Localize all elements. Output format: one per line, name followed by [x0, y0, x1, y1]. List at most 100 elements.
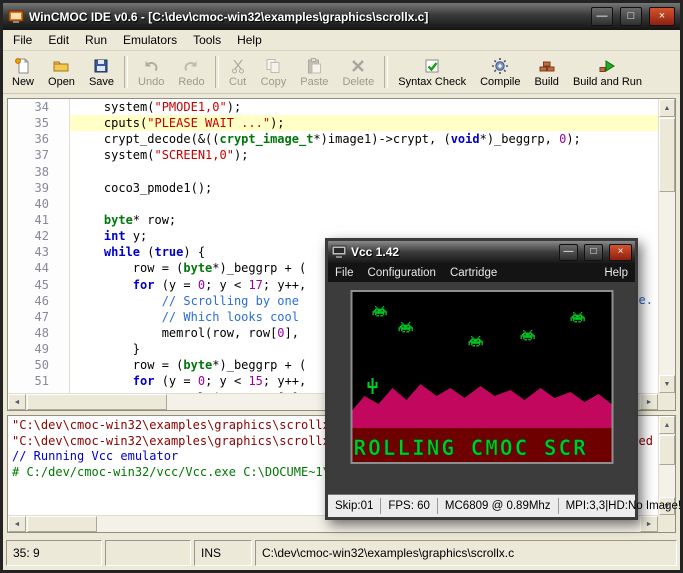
vcc-status-cell-2: MC6809 @ 0.89Mhz: [438, 498, 559, 514]
paste-button[interactable]: Paste: [293, 54, 335, 91]
menu-item-file[interactable]: File: [5, 31, 40, 49]
syntax-check-icon: [425, 59, 439, 72]
cursor-position-cell: 35: 9: [6, 540, 102, 566]
vcc-minimize-button[interactable]: —: [559, 243, 578, 261]
vcc-maximize-button[interactable]: □: [584, 243, 603, 261]
line-number: 47: [8, 308, 70, 325]
menu-item-run[interactable]: Run: [77, 31, 115, 49]
scroll-down-icon[interactable]: ▼: [659, 375, 675, 393]
scrollbar-thumb[interactable]: [27, 516, 97, 532]
vcc-menu-item-help[interactable]: Help: [597, 265, 635, 281]
code-line[interactable]: 39 coco3_pmode1();: [8, 179, 658, 196]
vcc-titlebar: Vcc 1.42 — □ ×: [328, 241, 635, 263]
menu-item-emulators[interactable]: Emulators: [115, 31, 185, 49]
vcc-menu-item-configuration[interactable]: Configuration: [361, 265, 443, 281]
scrollbar-thumb[interactable]: [27, 394, 167, 410]
scrollbar-track[interactable]: [659, 434, 675, 497]
build-and-run-button[interactable]: Build and Run: [566, 54, 649, 91]
copy-button[interactable]: Copy: [254, 54, 294, 91]
compile-icon: [492, 57, 509, 74]
vcc-menu-item-file[interactable]: File: [328, 265, 361, 281]
vcc-status-cell-0: Skip:01: [328, 498, 382, 514]
main-statusbar: 35: 9 INS C:\dev\cmoc-win32\examples\gra…: [3, 537, 680, 570]
scrollbar-corner: [658, 515, 675, 532]
svg-text:ROLLING CMOC SCR: ROLLING CMOC SCR: [353, 436, 587, 460]
new-label: New: [12, 75, 35, 88]
scrollbar-thumb[interactable]: [659, 118, 675, 192]
copy-label: Copy: [260, 75, 287, 88]
compile-button[interactable]: Compile: [473, 54, 527, 91]
code-line[interactable]: 38: [8, 163, 658, 180]
syntax-check-label: Syntax Check: [398, 75, 467, 88]
line-number: 49: [8, 341, 70, 358]
vcc-window-title: Vcc 1.42: [351, 245, 400, 259]
line-number: 48: [8, 324, 70, 342]
menu-item-help[interactable]: Help: [229, 31, 270, 49]
empty-status-cell: [105, 540, 191, 566]
paste-label: Paste: [300, 75, 329, 88]
insert-mode-cell: INS: [194, 540, 252, 566]
scrollbar-corner: [658, 393, 675, 410]
open-folder-icon: [53, 61, 69, 71]
new-button[interactable]: New: [5, 54, 41, 91]
save-button[interactable]: Save: [82, 54, 121, 91]
vcc-client-area: ROLLING CMOC SCR: [328, 282, 635, 494]
code-text: crypt_decode(&((crypt_image_t*)image1)->…: [75, 132, 581, 147]
vcc-screen-frame: ROLLING CMOC SCR: [350, 290, 613, 464]
line-number: 46: [8, 292, 70, 309]
build-and-run-icon: [599, 59, 616, 72]
cut-label: Cut: [229, 75, 247, 88]
code-line[interactable]: 36 crypt_decode(&((crypt_image_t*)image1…: [8, 131, 658, 148]
scroll-up-icon[interactable]: ▲: [659, 99, 675, 117]
delete-icon: [352, 59, 365, 72]
menu-item-tools[interactable]: Tools: [185, 31, 229, 49]
scroll-right-icon[interactable]: ►: [640, 516, 658, 532]
scroll-left-icon[interactable]: ◄: [8, 394, 26, 410]
open-label: Open: [48, 75, 75, 88]
build-button[interactable]: Build: [527, 54, 565, 91]
vcc-close-button[interactable]: ×: [609, 243, 632, 261]
code-text: cputs("PLEASE WAIT ...");: [70, 115, 658, 132]
open-button[interactable]: Open: [41, 54, 82, 91]
vcc-window: Vcc 1.42 — □ × File Configuration Cartridg…: [325, 238, 681, 520]
line-number: 36: [8, 131, 70, 148]
line-number: 38: [8, 163, 70, 180]
line-number: 45: [8, 276, 70, 293]
menu-item-edit[interactable]: Edit: [40, 31, 77, 49]
redo-button[interactable]: Redo: [171, 54, 211, 91]
toolbar-separator: [124, 56, 129, 88]
editor-vertical-scrollbar[interactable]: ▲ ▼: [658, 99, 675, 393]
code-line[interactable]: 40: [8, 195, 658, 212]
scroll-left-icon[interactable]: ◄: [8, 516, 26, 532]
close-button[interactable]: ×: [649, 7, 675, 26]
undo-button[interactable]: Undo: [131, 54, 171, 91]
code-line[interactable]: 41 byte* row;: [8, 211, 658, 229]
main-toolbar: New Open Save Undo Redo Cut Copy Paste Delete Syn…: [3, 51, 680, 94]
code-line[interactable]: 37 system("SCREEN1,0");: [8, 147, 658, 164]
vcc-menu-item-cartridge[interactable]: Cartridge: [443, 265, 504, 281]
code-text: system("SCREEN1,0");: [75, 148, 249, 163]
line-number: 35: [8, 115, 70, 132]
cut-button[interactable]: Cut: [222, 54, 254, 91]
delete-label: Delete: [342, 75, 375, 88]
build-and-run-label: Build and Run: [572, 75, 643, 88]
syntax-check-button[interactable]: Syntax Check: [391, 54, 473, 91]
scrollbar-thumb[interactable]: [659, 435, 675, 465]
line-number: 34: [8, 99, 70, 116]
scroll-up-icon[interactable]: ▲: [659, 416, 675, 434]
line-number: 42: [8, 228, 70, 245]
cut-icon: [231, 59, 244, 73]
line-number: 41: [8, 211, 70, 229]
code-line[interactable]: 34 system("PMODE1,0");: [8, 99, 658, 116]
copy-icon: [266, 58, 280, 73]
minimize-button[interactable]: —: [591, 7, 613, 26]
vcc-status-cell-1: FPS: 60: [381, 498, 438, 514]
vcc-menubar: File Configuration Cartridge Help: [328, 263, 635, 282]
delete-button[interactable]: Delete: [335, 54, 381, 91]
scroll-right-icon[interactable]: ►: [640, 394, 658, 410]
scrollbar-track[interactable]: [659, 117, 675, 375]
code-line[interactable]: 35 cputs("PLEASE WAIT ...");: [8, 115, 658, 132]
maximize-button[interactable]: □: [620, 7, 642, 26]
toolbar-separator: [384, 56, 389, 88]
